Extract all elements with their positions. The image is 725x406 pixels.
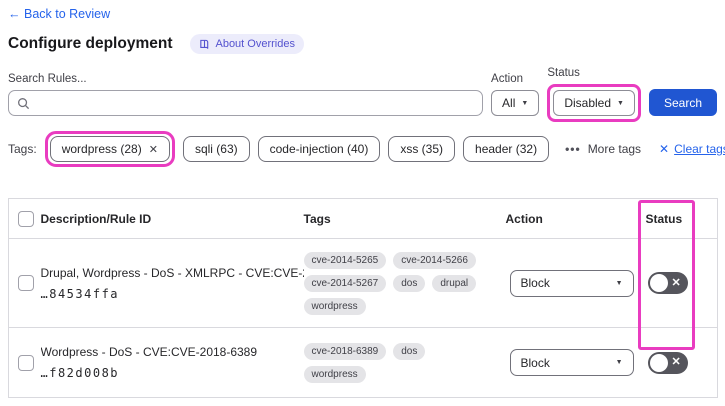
search-box[interactable] xyxy=(8,90,484,116)
rule-tag-pill: wordpress xyxy=(303,365,366,383)
chevron-down-icon: ▼ xyxy=(617,99,624,107)
book-icon xyxy=(200,39,209,49)
action-filter-dropdown[interactable]: All ▼ xyxy=(491,90,540,116)
tags-filter-bar: Tags: wordpress (28) ✕ sqli (63) code-inj… xyxy=(8,131,725,167)
row-checkbox[interactable] xyxy=(18,275,34,291)
annotation-highlight-wordpress-tag: wordpress (28) ✕ xyxy=(44,131,175,167)
status-filter-dropdown[interactable]: Disabled ▼ xyxy=(553,90,635,116)
remove-tag-icon[interactable]: ✕ xyxy=(149,143,158,156)
search-button[interactable]: Search xyxy=(648,89,717,116)
col-header-description: Description/Rule ID xyxy=(40,211,152,226)
col-header-action: Action xyxy=(505,211,543,226)
rule-tag-pill: cve-2014-5267 xyxy=(303,274,387,292)
table-row: Wordpress - DoS - CVE:CVE-2018-6389 …f82… xyxy=(8,327,718,398)
rule-tag-pill: drupal xyxy=(432,274,477,292)
more-tags-button[interactable]: ••• More tags xyxy=(565,142,641,156)
status-filter-label: Status xyxy=(547,67,580,79)
rule-id: …f82d008b xyxy=(40,366,120,380)
ellipsis-icon: ••• xyxy=(565,142,581,156)
action-select-dropdown[interactable]: Block ▼ xyxy=(509,269,634,297)
toggle-off-icon: ✕ xyxy=(671,356,681,368)
status-toggle-off[interactable]: ✕ xyxy=(647,351,688,374)
tag-chip-wordpress[interactable]: wordpress (28) ✕ xyxy=(49,136,170,162)
rule-tag-pill: dos xyxy=(393,342,426,360)
rule-id: …84534ffa xyxy=(40,286,120,301)
status-filter-group: Status Disabled ▼ xyxy=(547,67,641,122)
back-to-review-link[interactable]: ← Back to Review xyxy=(8,7,110,21)
rule-tags: cve-2018-6389 dos wordpress xyxy=(303,342,488,383)
rule-tags: cve-2014-5265 cve-2014-5266 cve-2014-526… xyxy=(303,251,488,315)
filter-bar: Search Rules... Action All ▼ Status Disab… xyxy=(8,67,717,122)
chevron-down-icon: ▼ xyxy=(521,99,529,107)
rule-tag-pill: cve-2014-5266 xyxy=(393,251,476,269)
select-all-checkbox[interactable] xyxy=(18,210,34,227)
about-overrides-label: About Overrides xyxy=(215,38,295,50)
rule-description: Wordpress - DoS - CVE:CVE-2018-6389 xyxy=(40,345,258,359)
clear-icon: ✕ xyxy=(659,142,670,156)
heading-row: Configure deployment About Overrides xyxy=(8,34,717,54)
search-rules-input[interactable] xyxy=(36,96,475,110)
chevron-down-icon: ▼ xyxy=(615,359,623,366)
col-header-status: Status xyxy=(645,211,683,226)
tag-chip-sqli[interactable]: sqli (63) xyxy=(182,136,250,162)
toggle-off-icon: ✕ xyxy=(671,276,681,289)
table-header-row: Description/Rule ID Tags Action Status xyxy=(9,199,718,239)
search-group: Search Rules... xyxy=(8,73,484,116)
row-checkbox[interactable] xyxy=(18,354,34,371)
rule-tag-pill: wordpress xyxy=(303,297,366,315)
back-arrow-icon: ← xyxy=(8,7,21,21)
page-title: Configure deployment xyxy=(8,35,173,52)
chevron-down-icon: ▼ xyxy=(615,279,623,287)
rule-tag-pill: dos xyxy=(393,274,426,292)
tag-chip-xss[interactable]: xss (35) xyxy=(388,136,456,162)
action-filter-label: Action xyxy=(491,73,524,85)
rules-table: Description/Rule ID Tags Action Status D… xyxy=(8,198,718,398)
tag-chip-header[interactable]: header (32) xyxy=(463,136,550,162)
rule-tag-pill: cve-2014-5265 xyxy=(303,251,387,269)
annotation-highlight-status-filter: Disabled ▼ xyxy=(547,84,641,122)
toggle-knob xyxy=(649,274,668,292)
about-overrides-badge[interactable]: About Overrides xyxy=(190,34,304,54)
clear-tags-button[interactable]: ✕ Clear tags xyxy=(659,142,725,156)
rule-tag-pill: cve-2018-6389 xyxy=(303,342,387,360)
rule-description: Drupal, Wordpress - DoS - XMLRPC - CVE:C… xyxy=(40,265,304,280)
table-row: Drupal, Wordpress - DoS - XMLRPC - CVE:C… xyxy=(8,238,718,328)
tags-label: Tags: xyxy=(8,142,37,156)
search-rules-label: Search Rules... xyxy=(8,73,87,85)
status-toggle-off[interactable]: ✕ xyxy=(647,272,688,294)
col-header-tags: Tags xyxy=(303,211,331,226)
action-filter-group: Action All ▼ xyxy=(491,73,540,116)
toggle-knob xyxy=(649,353,668,372)
tag-chip-code-injection[interactable]: code-injection (40) xyxy=(257,136,381,162)
search-icon xyxy=(18,97,30,109)
action-select-dropdown[interactable]: Block ▼ xyxy=(509,349,634,376)
